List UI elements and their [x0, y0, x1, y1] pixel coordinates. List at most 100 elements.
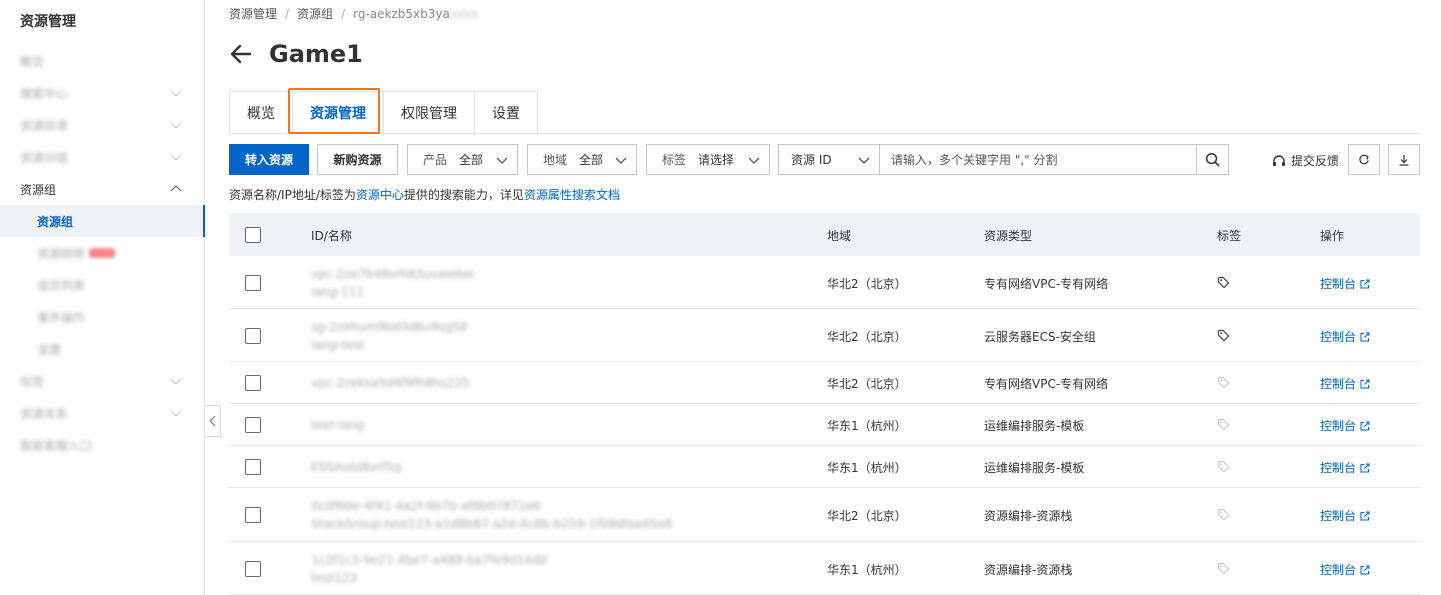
row-id-name[interactable]: test-lang [311, 416, 364, 434]
row-checkbox[interactable] [245, 417, 261, 433]
tag-icon[interactable] [1217, 418, 1230, 431]
breadcrumb-item-resource-group[interactable]: 资源组 [297, 5, 333, 22]
chevron-down-icon [748, 157, 760, 164]
row-id-line: test123 [311, 571, 357, 585]
chevron-down-icon [170, 122, 182, 129]
tag-icon[interactable] [1217, 508, 1230, 521]
resource-center-link[interactable]: 资源中心 [356, 188, 404, 202]
tag-icon[interactable] [1217, 376, 1230, 389]
search-field-select[interactable]: 资源 ID [778, 144, 880, 175]
external-link-icon [1360, 463, 1370, 472]
chevron-down-icon [615, 157, 627, 164]
sidebar-item[interactable]: 资源目录 [0, 109, 204, 141]
row-checkbox[interactable] [245, 275, 261, 291]
sidebar-collapse-button[interactable] [205, 405, 221, 437]
console-link[interactable]: 控制台 [1320, 507, 1370, 524]
chevron-down-icon [858, 157, 870, 164]
search-button[interactable] [1196, 144, 1229, 175]
new-badge [89, 248, 116, 258]
chevron-down-icon [170, 154, 182, 161]
table-row: test-lang 华东1（杭州） 运维编排服务-模板 控制台 [229, 404, 1420, 446]
sidebar-item[interactable]: 资源组 [0, 173, 204, 205]
console-link[interactable]: 控制台 [1320, 328, 1370, 345]
row-checkbox[interactable] [245, 328, 261, 344]
table-row: vpc-2zeksa5d4f9fh8hs225 华北2（北京） 专有网络VPC-专有… [229, 362, 1420, 404]
row-checkbox[interactable] [245, 459, 261, 475]
console-link[interactable]: 控制台 [1320, 275, 1370, 292]
search-input[interactable]: 请输入，多个关键字用 "," 分割 [879, 144, 1197, 175]
product-select-label: 产品 [423, 153, 448, 167]
page-header: Game1 [229, 40, 363, 68]
console-link[interactable]: 控制台 [1320, 417, 1370, 434]
row-checkbox[interactable] [245, 561, 261, 577]
refresh-icon [1359, 154, 1369, 164]
row-checkbox[interactable] [245, 507, 261, 523]
refresh-button[interactable] [1348, 144, 1380, 175]
row-id-name[interactable]: vpc-2zeksa5d4f9fh8hs225 [311, 374, 470, 392]
sidebar-title: 资源管理 [20, 14, 76, 30]
row-id-name[interactable]: vpc-2ze7b48vrh83uvaieboi lang-111 [311, 265, 474, 301]
hint-middle: 提供的搜索能力，详见 [403, 188, 524, 202]
tab-permission-management[interactable]: 权限管理 [383, 91, 474, 134]
transfer-in-resource-button[interactable]: 转入资源 [229, 144, 309, 175]
console-link-label: 控制台 [1320, 419, 1357, 433]
row-id-name[interactable]: 0c0f60e-4f41-4a2f-9b7b-af8b07871e6 StackG… [311, 497, 672, 533]
table-row: 1c2f1c3-9e21-4be7-a488-ba7fe9d14dd test12… [229, 542, 1420, 595]
row-id-name[interactable]: sg-2zehum9bd3d6u9sg58 lang-test [311, 318, 468, 354]
sidebar-item[interactable]: 资源组 [0, 205, 205, 237]
tab-bar: 概览 资源管理 权限管理 设置 [229, 91, 538, 134]
row-checkbox[interactable] [245, 375, 261, 391]
row-region: 华东1（杭州） [827, 419, 907, 433]
search-doc-link[interactable]: 资源属性搜索文档 [524, 188, 620, 202]
region-select[interactable]: 地域 全部 [527, 144, 637, 175]
external-link-icon [1360, 511, 1370, 520]
sidebar-item[interactable]: 智能客服入口 [0, 429, 204, 461]
console-link-label: 控制台 [1320, 563, 1357, 577]
search-icon [1205, 152, 1220, 167]
product-select[interactable]: 产品 全部 [407, 144, 518, 175]
sidebar-item[interactable]: 资源转移 [0, 237, 204, 269]
console-link[interactable]: 控制台 [1320, 561, 1370, 578]
breadcrumb-item-resource-management[interactable]: 资源管理 [229, 5, 277, 22]
console-link[interactable]: 控制台 [1320, 375, 1370, 392]
download-button[interactable] [1388, 144, 1420, 175]
row-type: 专有网络VPC-专有网络 [984, 377, 1109, 391]
sidebar-item[interactable]: 成员列表 [0, 269, 204, 301]
sidebar-item[interactable]: 资源分组 [0, 141, 204, 173]
sidebar-item[interactable]: 事件操作 [0, 301, 204, 333]
tag-icon[interactable] [1217, 562, 1230, 575]
table-row: sg-2zehum9bd3d6u9sg58 lang-test 华北2（北京） 云服务… [229, 309, 1420, 362]
search-hint: 资源名称/IP地址/标签为资源中心提供的搜索能力，详见资源属性搜索文档 [229, 186, 620, 203]
back-arrow-icon[interactable] [229, 42, 253, 66]
product-select-value: 全部 [459, 153, 484, 167]
console-link[interactable]: 控制台 [1320, 459, 1370, 476]
sidebar-item[interactable]: 概览 [0, 45, 204, 77]
sidebar-item[interactable]: 资源关系 [0, 397, 204, 429]
row-region: 华北2（北京） [827, 277, 907, 291]
tag-icon[interactable] [1217, 276, 1230, 289]
chevron-down-icon [170, 410, 182, 417]
row-id-name[interactable]: ESSAutoBvrf5g [311, 458, 402, 476]
row-id-name[interactable]: 1c2f1c3-9e21-4be7-a488-ba7fe9d14dd test12… [311, 551, 547, 587]
feedback-link[interactable]: 提交反馈 [1272, 152, 1339, 169]
tab-settings[interactable]: 设置 [474, 91, 538, 134]
chevron-left-icon [208, 415, 215, 427]
tag-select[interactable]: 标签 请选择 [646, 144, 770, 175]
sidebar-item[interactable]: 设置 [0, 333, 204, 365]
console-link-label: 控制台 [1320, 330, 1357, 344]
buy-resource-button[interactable]: 新购资源 [317, 144, 398, 175]
row-type: 资源编排-资源栈 [984, 509, 1073, 523]
sidebar-item-label: 智能客服入口 [20, 438, 93, 453]
external-link-icon [1360, 332, 1370, 341]
tab-overview[interactable]: 概览 [229, 91, 292, 134]
select-all-checkbox[interactable] [245, 227, 261, 243]
table-row: 0c0f60e-4f41-4a2f-9b7b-af8b07871e6 StackG… [229, 488, 1420, 542]
sidebar-item-label: 资源转移 [37, 246, 86, 261]
sidebar-item[interactable]: 标签 [0, 365, 204, 397]
sidebar-item[interactable]: 搜索中心 [0, 77, 204, 109]
row-id-line: test-lang [311, 418, 365, 432]
tag-icon[interactable] [1217, 329, 1230, 342]
sidebar-item-label: 资源关系 [20, 406, 69, 421]
sidebar: 资源管理 概览 搜索中心 资源目录 资源分组 资源组 资源组 资源转移 成员列表 事件操作 设置标… [0, 0, 205, 595]
tag-icon[interactable] [1217, 460, 1230, 473]
